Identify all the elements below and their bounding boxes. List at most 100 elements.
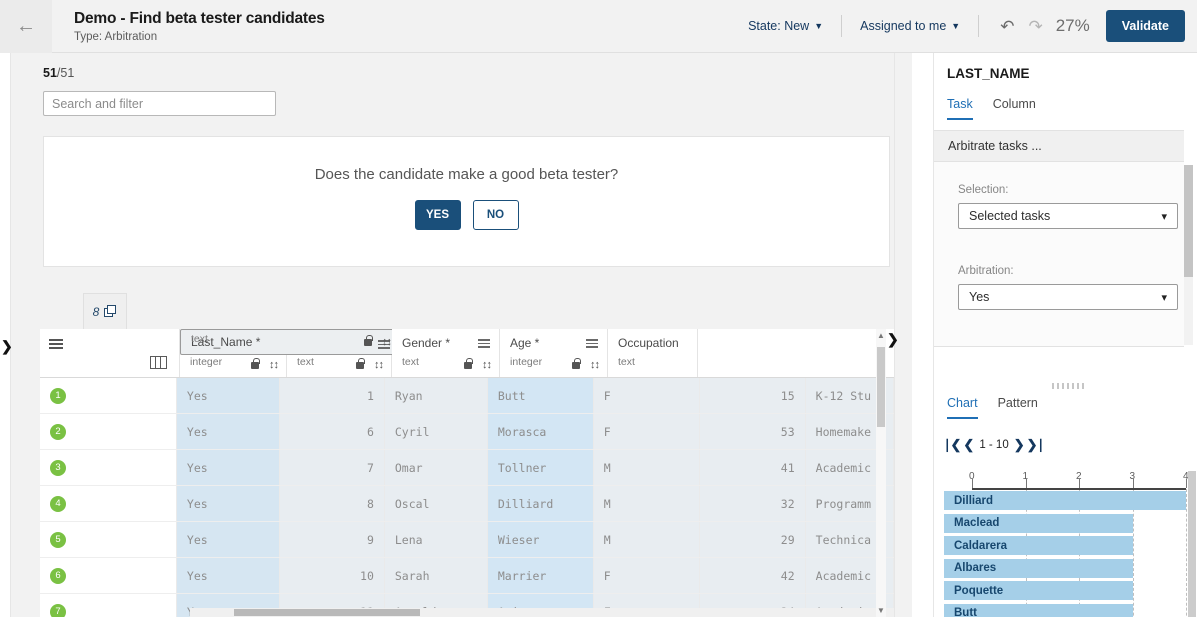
undo-icon[interactable]: ↶ (993, 18, 1021, 35)
table-cell-arbitration[interactable]: Yes (176, 450, 280, 485)
table-cell-arbitration[interactable]: Yes (176, 522, 280, 557)
chart-bar-row[interactable]: Dilliard (944, 490, 1194, 513)
answer-yes-button[interactable]: YES (414, 200, 461, 230)
table-cell-first-name[interactable]: Cyril (384, 414, 488, 449)
table-cell-gender[interactable]: M (593, 486, 700, 521)
sort-icon[interactable]: ↕↕ (269, 359, 279, 371)
table-cell-gender[interactable]: F (593, 558, 700, 593)
table-row[interactable]: 2 Yes 6 Cyril Morasca F 53 Homemake (40, 414, 894, 450)
table-cell-id[interactable]: 7 (279, 450, 385, 485)
table-cell-arbitration[interactable]: Yes (176, 486, 280, 521)
sort-icon[interactable]: ↕↕ (590, 359, 600, 371)
redo-icon[interactable]: ↷ (1021, 18, 1049, 35)
lock-icon[interactable] (364, 335, 373, 346)
selection-chip[interactable]: 8 (83, 293, 127, 329)
scroll-up-icon[interactable]: ▲ (877, 331, 885, 340)
table-cell-id[interactable]: 6 (279, 414, 385, 449)
expand-right-panel-icon[interactable]: ❯ (887, 331, 899, 348)
columns-icon[interactable] (150, 356, 167, 369)
chart-bar-row[interactable]: Poquette (944, 580, 1194, 603)
lock-icon[interactable] (464, 358, 473, 369)
chart-bar-row[interactable]: Albares (944, 558, 1194, 581)
table-row[interactable]: 1 Yes 1 Ryan Butt F 15 K-12 Stu (40, 378, 894, 414)
table-cell-gender[interactable]: F (593, 414, 700, 449)
table-cell-id[interactable]: 8 (279, 486, 385, 521)
table-cell-id[interactable]: 10 (279, 558, 385, 593)
arbitrate-tasks-accordion[interactable]: Arbitrate tasks ... (934, 130, 1184, 162)
sort-icon[interactable]: ↕↕ (482, 359, 492, 371)
tab-chart[interactable]: Chart (947, 396, 978, 419)
table-vertical-scrollbar[interactable]: ▲ ▼ (876, 329, 886, 617)
column-menu-icon[interactable] (478, 339, 490, 348)
table-cell-first-name[interactable]: Sarah (384, 558, 488, 593)
row-number-cell[interactable]: 4 (40, 486, 177, 521)
back-button[interactable]: ← (0, 0, 52, 53)
table-cell-gender[interactable]: M (593, 522, 700, 557)
table-cell-first-name[interactable]: Oscal (384, 486, 488, 521)
chart-bar-row[interactable]: Caldarera (944, 535, 1194, 558)
table-cell-age[interactable]: 15 (699, 378, 806, 413)
chart-bar[interactable]: Albares (944, 558, 1133, 578)
search-input[interactable] (43, 91, 276, 116)
sort-icon[interactable]: ↕↕ (382, 336, 392, 348)
chart-bar[interactable]: Dilliard (944, 491, 1186, 510)
column-header-last_name[interactable]: Last_Name * text ↕↕ (180, 329, 400, 355)
table-cell-last-name[interactable]: Marrier (487, 558, 594, 593)
chart-scrollbar[interactable] (1188, 471, 1196, 617)
last-page-icon[interactable]: ❯∣ (1027, 437, 1044, 453)
row-number-cell[interactable]: 7 (40, 594, 177, 617)
prev-page-icon[interactable]: ❮ (963, 437, 974, 453)
table-cell-first-name[interactable]: Lena (384, 522, 488, 557)
state-dropdown[interactable]: State: New ▼ (744, 19, 827, 33)
lock-icon[interactable] (572, 358, 581, 369)
chart-bar-row[interactable]: Butt (944, 603, 1194, 617)
hamburger-icon[interactable] (49, 339, 63, 349)
chart-bar-row[interactable]: Maclead (944, 513, 1194, 536)
first-page-icon[interactable]: ∣❮ (944, 437, 961, 453)
table-cell-last-name[interactable]: Tollner (487, 450, 594, 485)
table-cell-id[interactable]: 1 (279, 378, 385, 413)
table-row[interactable]: 4 Yes 8 Oscal Dilliard M 32 Programm (40, 486, 894, 522)
row-number-cell[interactable]: 3 (40, 450, 177, 485)
table-cell-last-name[interactable]: Dilliard (487, 486, 594, 521)
column-header-occupation[interactable]: Occupation text (608, 329, 698, 377)
tab-column[interactable]: Column (993, 97, 1036, 120)
row-number-cell[interactable]: 1 (40, 378, 177, 413)
column-menu-icon[interactable] (586, 339, 598, 348)
scrollbar-thumb[interactable] (1184, 165, 1193, 277)
row-number-cell[interactable]: 6 (40, 558, 177, 593)
selection-select[interactable]: Selected tasks ▾ (958, 203, 1178, 229)
chart-bar[interactable]: Butt (944, 603, 1133, 617)
scrollbar-thumb[interactable] (877, 347, 885, 427)
column-header-age[interactable]: Age * integer ↕↕ (500, 329, 608, 377)
assigned-dropdown[interactable]: Assigned to me ▼ (856, 19, 964, 33)
table-horizontal-scrollbar[interactable] (190, 608, 894, 617)
table-cell-last-name[interactable]: Morasca (487, 414, 594, 449)
table-cell-age[interactable]: 29 (699, 522, 806, 557)
lock-icon[interactable] (251, 358, 260, 369)
chart-bar[interactable]: Caldarera (944, 536, 1133, 556)
panel-resize-handle[interactable] (1052, 383, 1112, 389)
table-cell-first-name[interactable]: Omar (384, 450, 488, 485)
right-panel-scrollbar[interactable] (1184, 165, 1193, 345)
table-cell-id[interactable]: 9 (279, 522, 385, 557)
chart-bar[interactable]: Maclead (944, 513, 1133, 533)
scrollbar-thumb[interactable] (234, 609, 420, 616)
chart-bar[interactable]: Poquette (944, 581, 1133, 601)
lock-icon[interactable] (356, 358, 365, 369)
column-header-gender[interactable]: Gender * text ↕↕ (392, 329, 500, 377)
tab-pattern[interactable]: Pattern (998, 396, 1038, 419)
table-cell-age[interactable]: 53 (699, 414, 806, 449)
scrollbar-thumb[interactable] (1188, 471, 1196, 617)
row-number-cell[interactable]: 5 (40, 522, 177, 557)
table-cell-gender[interactable]: M (593, 450, 700, 485)
answer-no-button[interactable]: NO (472, 200, 519, 230)
table-cell-gender[interactable]: F (593, 378, 700, 413)
table-cell-last-name[interactable]: Wieser (487, 522, 594, 557)
table-row[interactable]: 5 Yes 9 Lena Wieser M 29 Technica (40, 522, 894, 558)
table-cell-first-name[interactable]: Ryan (384, 378, 488, 413)
scroll-down-icon[interactable]: ▼ (877, 606, 885, 615)
sort-icon[interactable]: ↕↕ (374, 359, 384, 371)
table-cell-arbitration[interactable]: Yes (176, 378, 280, 413)
table-row[interactable]: 6 Yes 10 Sarah Marrier F 42 Academic (40, 558, 894, 594)
